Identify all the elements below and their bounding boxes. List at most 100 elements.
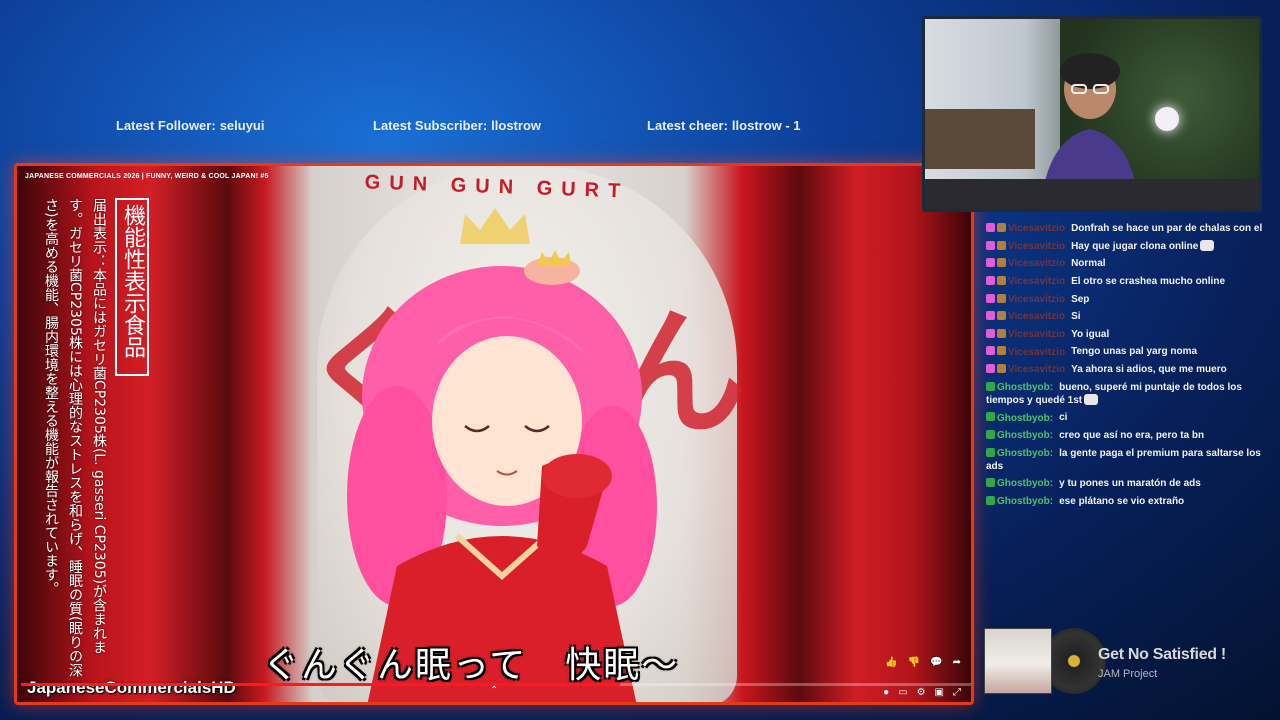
chat-text: creo que así no era, pero ta bn — [1059, 430, 1205, 442]
chat-username[interactable]: Vicesavitzio — [1008, 294, 1065, 305]
share-icon[interactable]: ➦ — [953, 657, 961, 668]
chat-username[interactable]: Ghostbyob: — [997, 478, 1053, 489]
chat-text: Tengo unas pal yarg noma — [1071, 346, 1198, 358]
chat-username[interactable]: Vicesavitzio — [1008, 347, 1065, 358]
checkmark-badge-icon — [986, 381, 995, 391]
video-action-buttons: 👍 👎 💬 ➦ — [885, 657, 961, 668]
chat-text: Yo igual — [1071, 328, 1110, 340]
functional-food-label: 機能性表示食品 — [115, 198, 149, 376]
chat-badges — [986, 310, 1008, 323]
chat-message: Vicesavitzio Donfrah se hace un par de ch… — [986, 222, 1268, 235]
chat-badges — [986, 411, 997, 424]
now-playing-artist: JAM Project — [1098, 668, 1158, 680]
chat-message: Ghostbyob: ese plátano se vio extraño — [986, 495, 1268, 508]
latest-subscriber-label: Latest Subscriber: — [373, 118, 488, 133]
disclaimer-text: 届出表示：本品にはガセリ菌CP2305株(L. gasseri CP2305)が… — [43, 198, 107, 678]
chat-username[interactable]: Vicesavitzio — [1008, 223, 1065, 234]
comment-icon[interactable]: 💬 — [930, 657, 942, 668]
chat-text: Ya ahora si adios, que me muero — [1071, 364, 1227, 376]
settings-icon[interactable]: ⚙ — [917, 687, 926, 698]
autoplay-icon[interactable]: ● — [883, 687, 889, 698]
chat-message: Vicesavitzio Sep — [986, 293, 1268, 306]
webcam-desk — [925, 179, 1259, 209]
chat-badges — [986, 240, 1008, 253]
chat-username[interactable]: Ghostbyob: — [997, 413, 1053, 424]
chat-username[interactable]: Vicesavitzio — [1008, 329, 1065, 340]
chat-text: Donfrah se hace un par de chalas con el — [1071, 223, 1263, 235]
stream-alerts-bar: Latest Follower: seluyui Latest Subscribe… — [0, 118, 920, 138]
like-icon[interactable]: 👍 — [885, 657, 897, 668]
sub-badge-icon — [997, 258, 1006, 268]
chat-message: Ghostbyob: la gente paga el premium para … — [986, 447, 1268, 473]
chat-username[interactable]: Ghostbyob: — [997, 382, 1053, 393]
chat-username[interactable]: Vicesavitzio — [1008, 364, 1065, 375]
chat-message: Vicesavitzio Si — [986, 310, 1268, 323]
miniplayer-icon[interactable]: ▣ — [935, 687, 944, 698]
chat-username[interactable]: Vicesavitzio — [1008, 258, 1065, 269]
chat-badges — [986, 447, 997, 460]
chat-badges — [986, 328, 1008, 341]
latest-follower-alert: Latest Follower: seluyui — [116, 118, 264, 133]
chat-badges — [986, 495, 997, 508]
chat-badges — [986, 477, 997, 490]
chat-badges — [986, 363, 1008, 376]
sub-badge-icon — [997, 346, 1006, 356]
chat-message: Ghostbyob: bueno, superé mi puntaje de to… — [986, 381, 1268, 407]
webcam-light — [1155, 107, 1179, 131]
webcam-shelf — [925, 109, 1035, 169]
album-art — [984, 628, 1052, 694]
chat-text: Sep — [1071, 293, 1090, 305]
chat-badges — [986, 275, 1008, 288]
chat-message: Vicesavitzio Yo igual — [986, 328, 1268, 341]
vertical-caption-area: 機能性表示食品 届出表示：本品にはガセリ菌CP2305株(L. gasseri … — [39, 198, 149, 678]
chat-text: Hay que jugar clona online — [1071, 240, 1199, 252]
chevron-up-icon[interactable]: ⌃ — [490, 685, 498, 696]
checkmark-badge-icon — [986, 495, 995, 505]
video-subtitle: ぐんぐん眠って 快眠〜 — [263, 645, 680, 686]
chat-username[interactable]: Vicesavitzio — [1008, 276, 1065, 287]
video-progress-fill — [21, 683, 620, 686]
chat-text: Si — [1071, 311, 1081, 323]
latest-cheer-alert: Latest cheer: llostrow - 1 — [647, 118, 801, 133]
dislike-icon[interactable]: 👎 — [908, 657, 920, 668]
gem-badge-icon — [986, 223, 995, 232]
chat-badges — [986, 293, 1008, 306]
chat-username[interactable]: Ghostbyob: — [997, 448, 1053, 459]
latest-subscriber-alert: Latest Subscriber: llostrow — [373, 118, 541, 133]
chat-text: ese plátano se vio extraño — [1059, 496, 1185, 508]
chat-message: Vicesavitzio Normal — [986, 257, 1268, 270]
latest-cheer-value: llostrow - 1 — [731, 118, 801, 133]
player-controls-right: ● ▭ ⚙ ▣ ⤢ — [883, 687, 961, 698]
latest-follower-value: seluyui — [219, 118, 265, 133]
crown-icon — [460, 208, 530, 244]
chat-username[interactable]: Vicesavitzio — [1008, 241, 1065, 252]
gem-badge-icon — [986, 258, 995, 268]
chat-badges — [986, 381, 997, 394]
now-playing-title: Get No Satisfied ! — [1098, 646, 1226, 663]
chat-username[interactable]: Ghostbyob: — [997, 496, 1053, 507]
chat-text: El otro se crashea mucho online — [1071, 276, 1226, 288]
chat-badges — [986, 257, 1008, 270]
chat-message: Vicesavitzio Hay que jugar clona online — [986, 239, 1268, 253]
chat-username[interactable]: Ghostbyob: — [997, 430, 1053, 441]
latest-subscriber-value: llostrow — [491, 118, 541, 133]
chat-username[interactable]: Vicesavitzio — [1008, 311, 1065, 322]
chat-message: Ghostbyob: ci — [986, 411, 1268, 424]
latest-cheer-label: Latest cheer: — [647, 118, 728, 133]
sub-badge-icon — [997, 364, 1006, 374]
chat-badges — [986, 222, 1008, 235]
sub-badge-icon — [997, 293, 1006, 303]
webcam-feed — [922, 16, 1262, 212]
chat-message: Vicesavitzio Tengo unas pal yarg noma — [986, 345, 1268, 358]
chat-message: Ghostbyob: creo que así no era, pero ta b… — [986, 429, 1268, 442]
chat-message: Ghostbyob: y tu pones un maratón de ads — [986, 477, 1268, 490]
gem-badge-icon — [986, 328, 995, 338]
sub-badge-icon — [997, 328, 1006, 338]
gem-badge-icon — [986, 275, 995, 285]
chat-text: y tu pones un maratón de ads — [1059, 478, 1201, 490]
fullscreen-icon[interactable]: ⤢ — [953, 687, 961, 698]
chat-text: Normal — [1071, 258, 1106, 270]
captions-icon[interactable]: ▭ — [898, 687, 907, 698]
video-player[interactable]: GUN GUN GURT ぐん ん JAPANESE COMMERCIALS 2… — [14, 163, 974, 705]
checkmark-badge-icon — [986, 412, 995, 422]
